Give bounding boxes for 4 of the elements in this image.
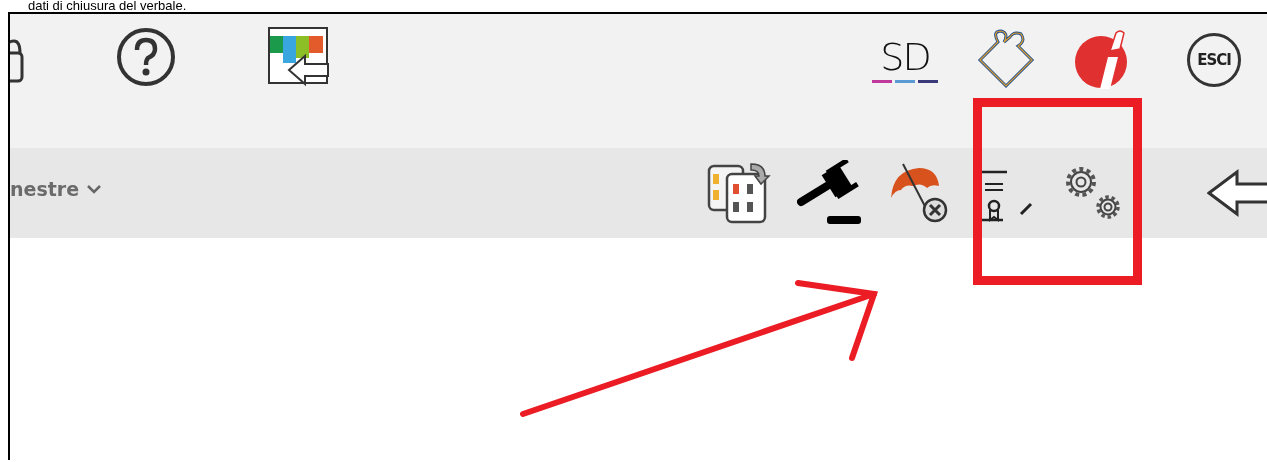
logo-button[interactable]: SD [872,35,938,83]
caption-text: dati di chiusura del verbale. [27,0,188,12]
dropdown[interactable]: nestre [10,178,102,200]
exit-button[interactable]: ESCI [1187,33,1241,87]
